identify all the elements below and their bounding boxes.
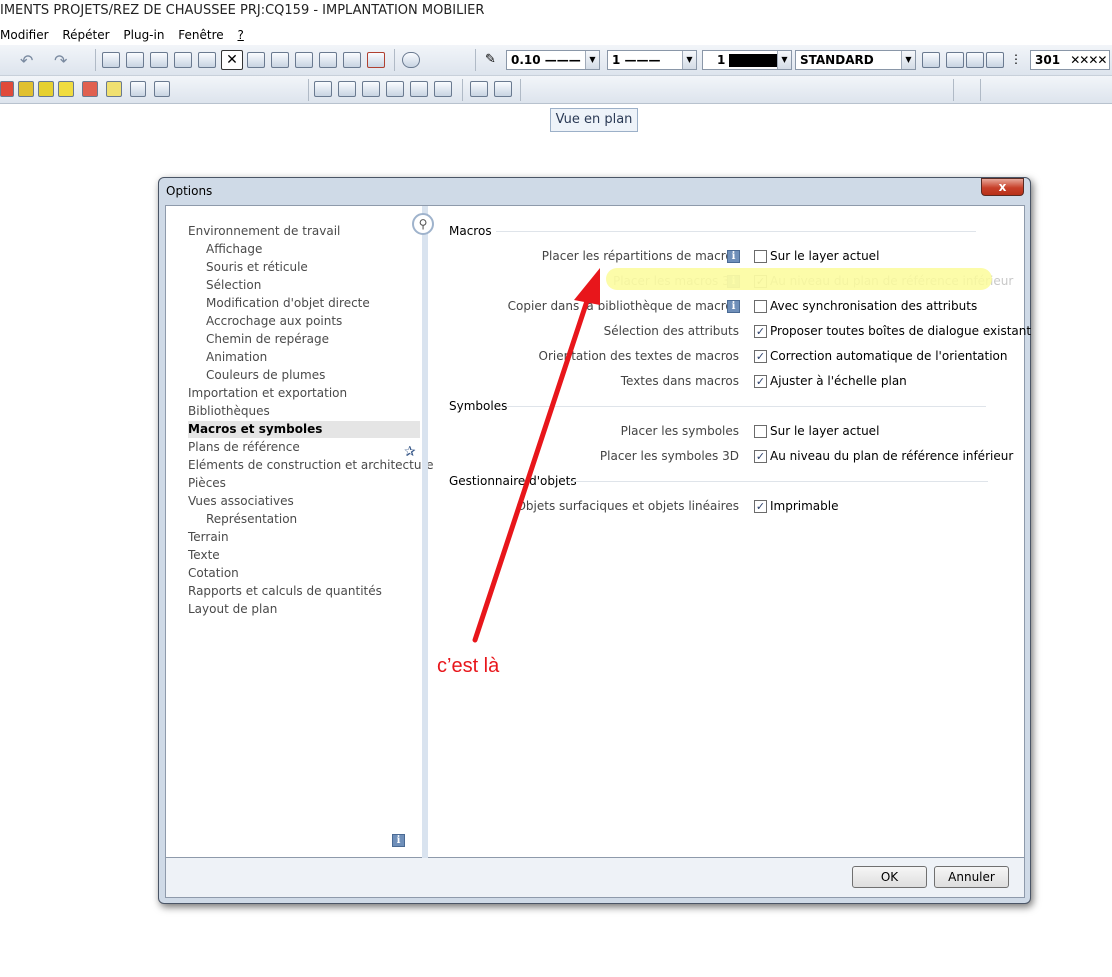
annotation-arrow bbox=[472, 268, 600, 643]
annotation-text: c’est là bbox=[437, 655, 500, 677]
